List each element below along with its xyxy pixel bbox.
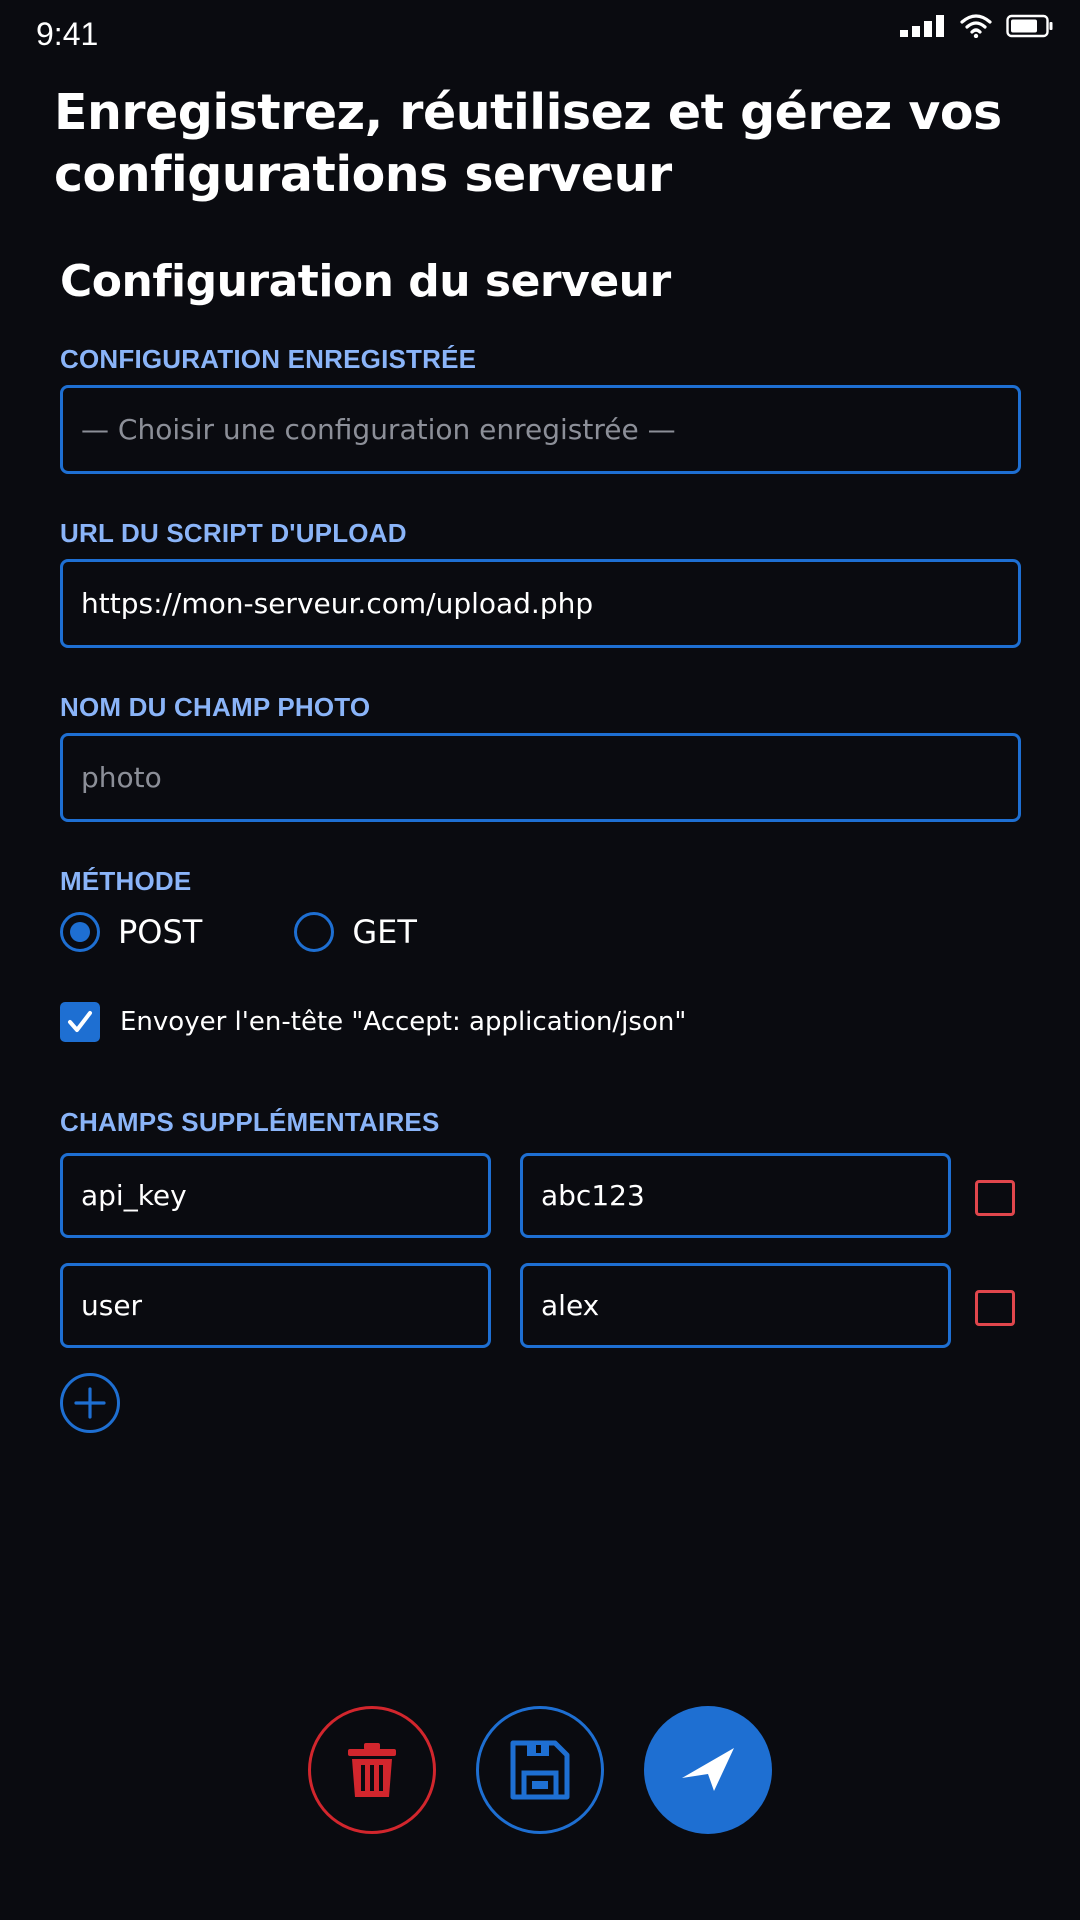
extra-field-value-input[interactable]: abc123: [520, 1153, 951, 1238]
save-button[interactable]: [476, 1706, 604, 1834]
delete-button[interactable]: [308, 1706, 436, 1834]
accept-json-label: Envoyer l'en-tête "Accept: application/j…: [120, 1007, 687, 1037]
radio-selected-icon: [60, 912, 100, 952]
accept-json-checkbox[interactable]: [60, 1002, 100, 1042]
method-label: MÉTHODE: [60, 866, 192, 896]
page-headline: Enregistrez, réutilisez et gérez vos con…: [54, 84, 1002, 203]
plus-icon: [74, 1387, 106, 1419]
radio-unselected-icon: [294, 912, 335, 952]
paper-plane-icon: [682, 1748, 734, 1791]
method-radio-get[interactable]: GET: [294, 912, 417, 952]
saved-config-select[interactable]: — Choisir une configuration enregistrée …: [60, 385, 1021, 474]
send-button[interactable]: [644, 1706, 772, 1834]
trash-icon: [348, 1743, 396, 1797]
photo-field-label: NOM DU CHAMP PHOTO: [60, 692, 371, 722]
extra-field-key-input[interactable]: api_key: [60, 1153, 491, 1238]
wifi-icon: [960, 14, 992, 38]
accept-json-option[interactable]: Envoyer l'en-tête "Accept: application/j…: [60, 1002, 686, 1042]
remove-row-icon[interactable]: [975, 1180, 1015, 1216]
checkmark-icon: [68, 1011, 92, 1032]
upload-url-label: URL DU SCRIPT D'UPLOAD: [60, 518, 407, 548]
method-radio-post[interactable]: POST: [60, 912, 202, 952]
method-option-label: GET: [352, 913, 417, 951]
extra-field-key-input[interactable]: user: [60, 1263, 491, 1348]
saved-config-label: CONFIGURATION ENREGISTRÉE: [60, 344, 477, 374]
extra-fields-label: CHAMPS SUPPLÉMENTAIRES: [60, 1107, 440, 1137]
signal-icon: [900, 15, 944, 37]
remove-row-icon[interactable]: [975, 1290, 1015, 1326]
floppy-disk-icon: [510, 1740, 570, 1800]
battery-icon: [1006, 14, 1053, 38]
extra-field-value-input[interactable]: alex: [520, 1263, 951, 1348]
section-title: Configuration du serveur: [60, 256, 671, 307]
status-icons: [900, 14, 1054, 38]
method-option-label: POST: [118, 913, 203, 951]
add-field-button[interactable]: [60, 1373, 120, 1433]
photo-field-input[interactable]: photo: [60, 733, 1021, 822]
status-bar: 9:41: [0, 0, 1080, 70]
upload-url-input[interactable]: https://mon-serveur.com/upload.php: [60, 559, 1021, 648]
method-radio-group: POST GET: [60, 910, 417, 954]
status-time: 9:41: [36, 16, 99, 52]
